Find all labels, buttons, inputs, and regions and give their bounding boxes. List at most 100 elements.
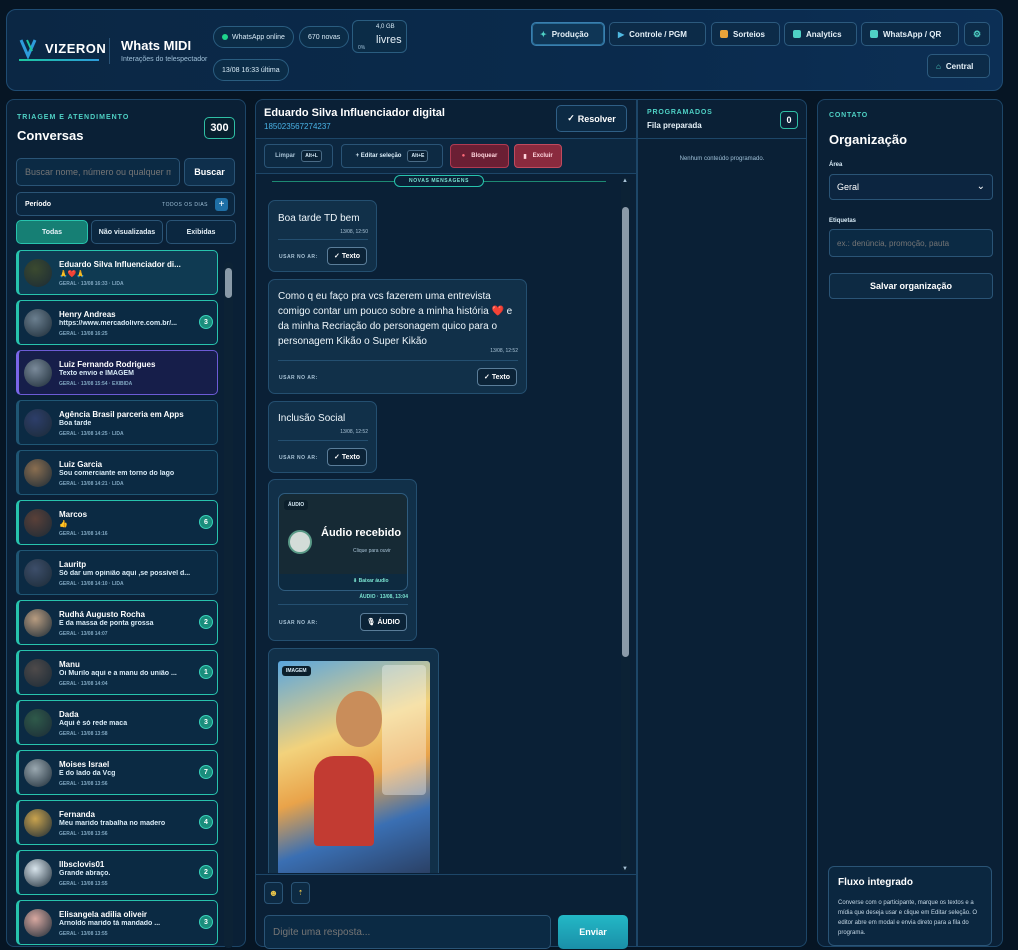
- received-image[interactable]: IMAGEM: [278, 661, 430, 873]
- block-button[interactable]: ● Bloquear: [450, 144, 509, 168]
- conversation-item[interactable]: Manu Oi Murilo aqui e a manu do união ...…: [16, 650, 218, 695]
- area-select[interactable]: Geral ⌄: [829, 174, 993, 200]
- avatar: [24, 809, 52, 837]
- storage-percent: 0%: [358, 45, 366, 51]
- chat-contact-name: Eduardo Silva Influenciador digital: [264, 107, 445, 119]
- new-count-badge: 670 novas: [299, 26, 350, 48]
- qr-icon: [870, 30, 878, 38]
- programmed-count: 0: [780, 111, 798, 129]
- conversation-item[interactable]: Eduardo Silva Influenciador di... 🙏❤️🙏 GER…: [16, 250, 218, 295]
- filter-shown-tab[interactable]: Exibidas: [166, 220, 236, 244]
- conversation-item[interactable]: Moises Israel E do lado da Vcg GERAL · 13/…: [16, 750, 218, 795]
- message-divider: [278, 604, 408, 605]
- nav-analytics-button[interactable]: Analytics: [784, 22, 857, 46]
- tags-input[interactable]: [829, 229, 993, 257]
- conversation-item[interactable]: Luiz Garcia Sou comerciante em torno do l…: [16, 450, 218, 495]
- conversation-item[interactable]: Lauritp Só dar um opinião aqui ,se possív…: [16, 550, 218, 595]
- contact-kicker: CONTATO: [829, 112, 869, 119]
- use-text-button[interactable]: ✓ Texto: [327, 448, 367, 466]
- send-button[interactable]: Enviar: [558, 915, 628, 949]
- nav-whatsapp-qr-button[interactable]: WhatsApp / QR: [861, 22, 959, 46]
- unread-badge: 2: [199, 615, 213, 629]
- conversation-item[interactable]: Agência Brasil parceria em Apps Boa tarde…: [16, 400, 218, 445]
- flow-title: Fluxo integrado: [838, 877, 913, 888]
- message-bubble[interactable]: Como q eu faço pra vcs fazerem uma entre…: [268, 279, 527, 394]
- conversation-preview: https://www.mercadolivre.com.br/...: [59, 320, 177, 327]
- block-icon: ●: [461, 153, 466, 159]
- audio-message-bubble[interactable]: ÁUDIO Áudio recebido Clique para ouvir ⬇…: [268, 479, 417, 641]
- message-time: 13/08, 12:52: [340, 429, 368, 435]
- avatar: [24, 559, 52, 587]
- scroll-up-icon[interactable]: ▲: [622, 178, 628, 184]
- chat-scrollbar[interactable]: ▲ ▼: [621, 178, 630, 872]
- programmed-divider: [638, 138, 806, 139]
- scroll-down-icon[interactable]: ▼: [622, 866, 628, 872]
- storage-badge: 4,0 GB livres 0%: [352, 20, 407, 53]
- conversation-item[interactable]: Marcos 👍 GERAL · 13/08 14:16 6: [16, 500, 218, 545]
- conversation-meta: GERAL · 13/08 13:58: [59, 731, 108, 737]
- message-bubble[interactable]: Boa tarde TD bem 13/08, 12:50 USAR NO AR…: [268, 200, 377, 272]
- conversation-item[interactable]: Luiz Fernando Rodrigues Texto envio e IMA…: [16, 350, 218, 395]
- settings-button[interactable]: ⚙: [964, 22, 990, 46]
- conversation-meta: GERAL · 13/08 15:54 · EXIBIDA: [59, 381, 133, 387]
- block-label: Bloquear: [471, 153, 498, 159]
- chat-contact-number: 185023567274237: [264, 122, 331, 131]
- conversation-item[interactable]: Dada Aqui é só rede maca GERAL · 13/08 13:…: [16, 700, 218, 745]
- conversation-name: Marcos: [59, 510, 88, 519]
- gear-icon: ⚙: [972, 28, 982, 39]
- unread-badge: 3: [199, 915, 213, 929]
- conversation-item[interactable]: Henry Andreas https://www.mercadolivre.co…: [16, 300, 218, 345]
- image-message-bubble[interactable]: IMAGEM: [268, 648, 439, 873]
- message-bubble[interactable]: Inclusão Social 13/08, 12:52 USAR NO AR:…: [268, 401, 377, 473]
- emoji-button[interactable]: ☻: [264, 882, 283, 904]
- message-text: Boa tarde TD bem: [278, 213, 360, 224]
- nav-producao-button[interactable]: ✦ Produção: [531, 22, 605, 46]
- use-text-button[interactable]: ✓ Texto: [327, 247, 367, 265]
- conversation-item[interactable]: Elisangela adilia oliveir Arnoldo marido …: [16, 900, 218, 945]
- nav-sorteios-button[interactable]: Sorteios: [711, 22, 780, 46]
- image-tag: IMAGEM: [282, 666, 311, 676]
- download-audio-link[interactable]: ⬇ Baixar áudio: [353, 578, 389, 584]
- central-button[interactable]: ⌂ Central: [927, 54, 990, 78]
- logo: VIZERON: [19, 37, 106, 65]
- audio-card[interactable]: ÁUDIO Áudio recebido Clique para ouvir ⬇…: [278, 493, 408, 591]
- avatar: [24, 909, 52, 937]
- unread-badge: 6: [199, 515, 213, 529]
- conversation-item[interactable]: Ilbsclovis01 Grande abraço. GERAL · 13/08 …: [16, 850, 218, 895]
- conversation-scrollbar[interactable]: [224, 262, 233, 948]
- save-organization-button[interactable]: Salvar organização: [829, 273, 993, 299]
- conversation-meta: GERAL · 13/08 14:04: [59, 681, 108, 687]
- conversation-meta: GERAL · 13/08 14:25 · LIDA: [59, 431, 124, 437]
- filter-all-tab[interactable]: Todas: [16, 220, 88, 244]
- chart-icon: [793, 30, 801, 38]
- resolve-button[interactable]: ✓ Resolver: [556, 105, 627, 132]
- avatar: [24, 459, 52, 487]
- clear-button[interactable]: Limpar Alt+L: [264, 144, 333, 168]
- conversation-preview: Sou comerciante em torno do lago: [59, 470, 175, 477]
- plus-icon[interactable]: +: [215, 198, 228, 211]
- use-audio-button[interactable]: 🎙 ÁUDIO: [359, 613, 407, 631]
- conversations-title: Conversas: [17, 128, 84, 143]
- period-filter[interactable]: Período TODOS OS DIAS +: [16, 192, 235, 216]
- filter-unread-tab[interactable]: Não visualizadas: [91, 220, 163, 244]
- conversation-preview: Arnoldo marido tá mandado ...: [59, 920, 161, 927]
- nav-controle-button[interactable]: ▶ Controle / PGM: [609, 22, 706, 46]
- edit-selection-button[interactable]: + Editar seleção Alt+E: [341, 144, 443, 168]
- conversation-scroll-thumb[interactable]: [225, 268, 232, 298]
- use-text-button[interactable]: ✓ Texto: [477, 368, 517, 386]
- chat-scroll-thumb[interactable]: [622, 207, 629, 657]
- conversation-name: Agência Brasil parceria em Apps: [59, 410, 184, 419]
- chat-panel: Eduardo Silva Influenciador digital 1850…: [255, 99, 637, 949]
- search-input[interactable]: [16, 158, 180, 186]
- search-button[interactable]: Buscar: [184, 158, 235, 186]
- attach-button[interactable]: ⇡: [291, 882, 310, 904]
- conversation-item[interactable]: Rudhá Augusto Rocha É da massa de ponta g…: [16, 600, 218, 645]
- programmed-kicker: PROGRAMADOS: [647, 109, 713, 116]
- message-divider: [278, 239, 368, 240]
- conversation-name: Moises Israel: [59, 760, 110, 769]
- conversation-item[interactable]: Fernanda Meu marido trabalha no madero GER…: [16, 800, 218, 845]
- reply-input[interactable]: [264, 915, 551, 949]
- whatsapp-status-text: WhatsApp online: [232, 33, 285, 41]
- unread-badge: 3: [199, 715, 213, 729]
- delete-button[interactable]: ▮ Excluir: [514, 144, 562, 168]
